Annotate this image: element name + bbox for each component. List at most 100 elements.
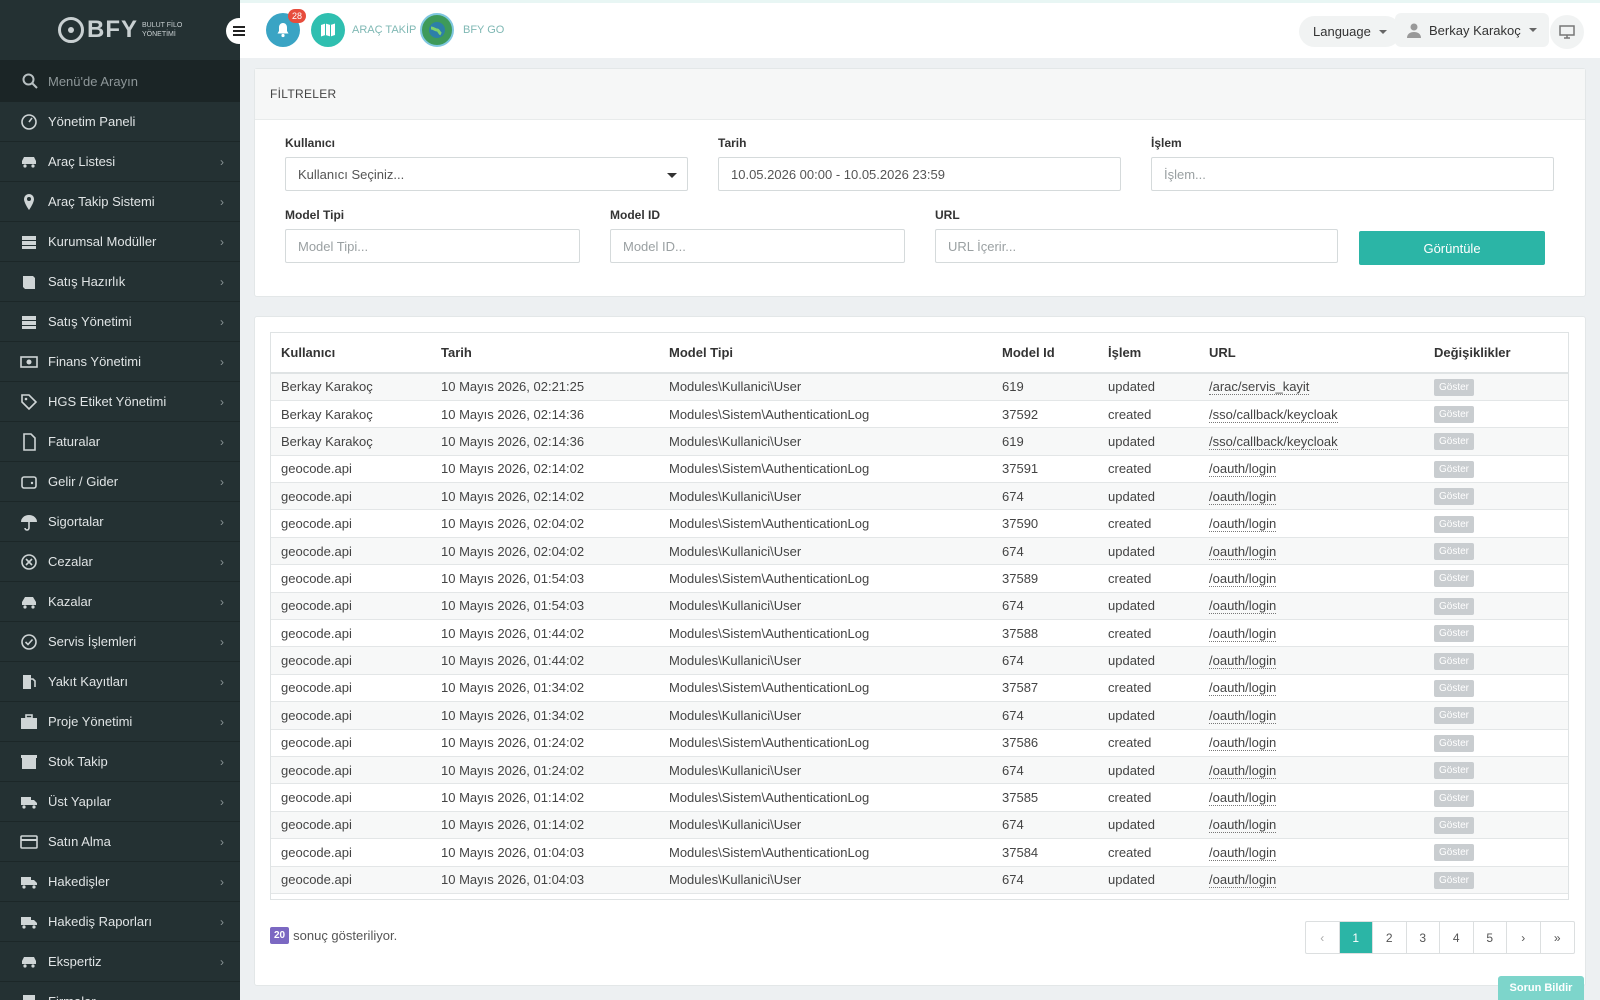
cell-url[interactable]: /oauth/login [1209, 762, 1277, 779]
action-input[interactable]: İşlem... [1151, 157, 1554, 191]
cell-url[interactable]: /oauth/login [1209, 735, 1277, 752]
sidebar-item-yakıt-kayıtları[interactable]: Yakıt Kayıtları › [0, 662, 240, 702]
page-button[interactable]: 3 [1407, 922, 1440, 953]
show-changes-button[interactable]: Göster [1434, 433, 1475, 451]
sidebar-item-sigortalar[interactable]: Sigortalar › [0, 502, 240, 542]
sidebar-item-gelir-gider[interactable]: Gelir / Gider › [0, 462, 240, 502]
sidebar-item-hakediş-raporları[interactable]: Hakediş Raporları › [0, 902, 240, 942]
cell-url[interactable]: /oauth/login [1209, 680, 1277, 697]
bfy-go-link[interactable]: BFY GO [463, 24, 504, 36]
url-input[interactable]: URL İçerir... [935, 229, 1338, 263]
sidebar-item-kazalar[interactable]: Kazalar › [0, 582, 240, 622]
sidebar-item-araç-listesi[interactable]: Araç Listesi › [0, 142, 240, 182]
sidebar-item-firmalar[interactable]: Firmalar › [0, 982, 240, 1000]
model-id-input[interactable]: Model ID... [610, 229, 905, 263]
show-changes-button[interactable]: Göster [1434, 406, 1475, 424]
page-button[interactable]: › [1507, 922, 1541, 953]
menu-toggle-button[interactable] [226, 18, 252, 44]
menu-search[interactable]: Menü'de Arayın [0, 60, 240, 102]
sidebar-item-araç-takip-sistemi[interactable]: Araç Takip Sistemi › [0, 182, 240, 222]
show-changes-button[interactable]: Göster [1434, 679, 1475, 697]
language-dropdown[interactable]: Language [1299, 16, 1401, 47]
bfy-go-button[interactable] [420, 13, 454, 47]
sidebar-item-stok-takip[interactable]: Stok Takip › [0, 742, 240, 782]
cell-model-type: Modules\Kullanici\User [659, 866, 992, 894]
brand-logo[interactable]: BFY BULUT FİLO YÖNETİMİ [0, 0, 240, 60]
col-header-user[interactable]: Kullanıcı [271, 333, 431, 374]
user-menu-dropdown[interactable]: Berkay Karakoç [1395, 13, 1549, 47]
cell-url[interactable]: /oauth/login [1209, 872, 1277, 889]
show-changes-button[interactable]: Göster [1434, 762, 1475, 780]
sidebar-item-faturalar[interactable]: Faturalar › [0, 422, 240, 462]
sidebar-item-hakedişler[interactable]: Hakedişler › [0, 862, 240, 902]
cell-url[interactable]: /oauth/login [1209, 598, 1277, 615]
show-changes-button[interactable]: Göster [1434, 597, 1475, 615]
page-button[interactable]: 1 [1339, 922, 1373, 953]
page-button[interactable]: ‹ [1306, 922, 1340, 953]
col-header-date[interactable]: Tarih [431, 333, 659, 374]
cell-url[interactable]: /oauth/login [1209, 543, 1277, 560]
col-header-url[interactable]: URL [1199, 333, 1424, 374]
cell-url[interactable]: /arac/servis_kayit [1209, 379, 1310, 396]
show-changes-button[interactable]: Göster [1434, 378, 1475, 396]
cell-url[interactable]: /oauth/login [1209, 817, 1277, 834]
show-changes-button[interactable]: Göster [1434, 871, 1475, 889]
model-type-input[interactable]: Model Tipi... [285, 229, 580, 263]
col-header-changes[interactable]: Değişiklikler [1424, 333, 1568, 374]
show-changes-button[interactable]: Göster [1434, 515, 1475, 533]
cell-date: 10 Mayıs 2026, 01:34:02 [431, 674, 659, 703]
show-changes-button[interactable]: Göster [1434, 652, 1475, 670]
cell-url[interactable]: /sso/callback/keycloak [1209, 406, 1338, 423]
cell-url[interactable]: /oauth/login [1209, 625, 1277, 642]
page-button[interactable]: 2 [1373, 922, 1407, 953]
view-button[interactable]: Görüntüle [1359, 231, 1545, 265]
cell-url[interactable]: /oauth/login [1209, 488, 1277, 505]
user-select[interactable]: Kullanıcı Seçiniz... [285, 157, 688, 191]
arac-takip-link[interactable]: ARAÇ TAKİP [352, 24, 416, 36]
sidebar-item-satın-alma[interactable]: Satın Alma › [0, 822, 240, 862]
cell-url[interactable]: /oauth/login [1209, 844, 1277, 861]
cell-url[interactable]: /oauth/login [1209, 707, 1277, 724]
sidebar-item-kurumsal-modüller[interactable]: Kurumsal Modüller › [0, 222, 240, 262]
sidebar-item-ekspertiz[interactable]: Ekspertiz › [0, 942, 240, 982]
page-button[interactable]: 5 [1474, 922, 1507, 953]
audit-table-container[interactable]: Kullanıcı Tarih Model Tipi Model Id İşle… [270, 332, 1569, 900]
cell-url[interactable]: /oauth/login [1209, 790, 1277, 807]
show-changes-button[interactable]: Göster [1434, 488, 1475, 506]
show-changes-button[interactable]: Göster [1434, 707, 1475, 725]
cell-url[interactable]: /sso/callback/keycloak [1209, 433, 1338, 450]
sidebar-item-satış-yönetimi[interactable]: Satış Yönetimi › [0, 302, 240, 342]
show-changes-button[interactable]: Göster [1434, 844, 1475, 862]
sidebar-item-üst-yapılar[interactable]: Üst Yapılar › [0, 782, 240, 822]
show-changes-button[interactable]: Göster [1434, 789, 1475, 807]
sidebar-item-proje-yönetimi[interactable]: Proje Yönetimi › [0, 702, 240, 742]
cell-url[interactable]: /oauth/login [1209, 570, 1277, 587]
cell-url[interactable]: /oauth/login [1209, 653, 1277, 670]
report-issue-button[interactable]: Sorun Bildir [1498, 976, 1584, 1000]
page-button[interactable]: » [1541, 922, 1575, 953]
sidebar-item-satış-hazırlık[interactable]: Satış Hazırlık › [0, 262, 240, 302]
show-changes-button[interactable]: Göster [1434, 734, 1475, 752]
topbar: 28 ARAÇ TAKİP BFY GO Language Berkay Kar… [226, 0, 1600, 58]
show-changes-button[interactable]: Göster [1434, 543, 1475, 561]
cell-url[interactable]: /oauth/login [1209, 461, 1277, 478]
col-header-model-type[interactable]: Model Tipi [659, 333, 992, 374]
fullscreen-button[interactable] [1550, 15, 1584, 49]
show-changes-button[interactable]: Göster [1434, 625, 1475, 643]
sidebar-item-servis-i-şlemleri[interactable]: Servis İşlemleri › [0, 622, 240, 662]
arac-takip-button[interactable] [311, 13, 345, 47]
cell-url[interactable]: /oauth/login [1209, 516, 1277, 533]
sidebar-item-yönetim-paneli[interactable]: Yönetim Paneli [0, 102, 240, 142]
chevron-right-icon: › [220, 154, 224, 169]
show-changes-button[interactable]: Göster [1434, 460, 1475, 478]
notifications-button[interactable]: 28 [266, 9, 306, 47]
sidebar-item-hgs-etiket-yönetimi[interactable]: HGS Etiket Yönetimi › [0, 382, 240, 422]
date-range-input[interactable]: 10.05.2026 00:00 - 10.05.2026 23:59 [718, 157, 1121, 191]
col-header-action[interactable]: İşlem [1098, 333, 1199, 374]
sidebar-item-cezalar[interactable]: Cezalar › [0, 542, 240, 582]
show-changes-button[interactable]: Göster [1434, 570, 1475, 588]
sidebar-item-finans-yönetimi[interactable]: Finans Yönetimi › [0, 342, 240, 382]
col-header-model-id[interactable]: Model Id [992, 333, 1098, 374]
show-changes-button[interactable]: Göster [1434, 816, 1475, 834]
page-button[interactable]: 4 [1440, 922, 1474, 953]
